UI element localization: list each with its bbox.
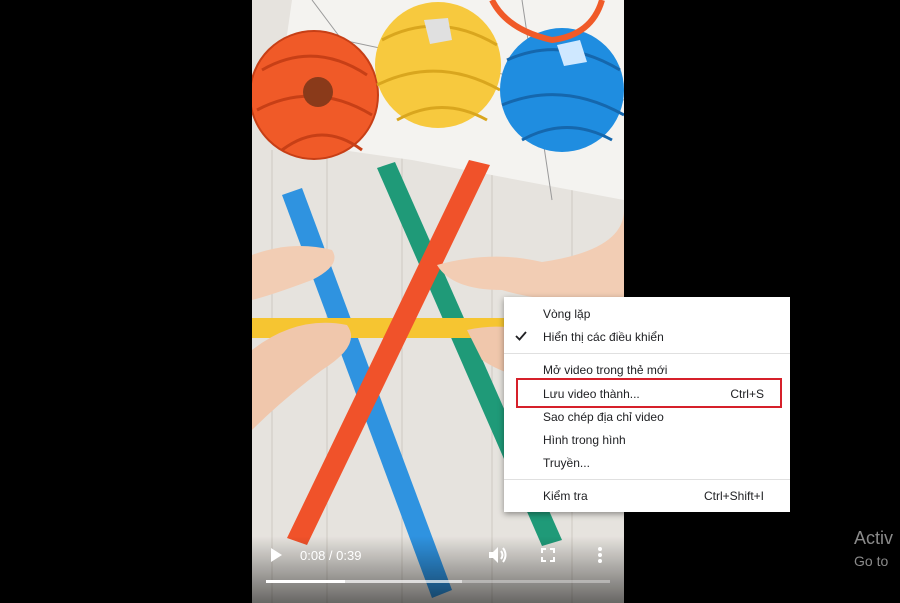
menu-item-label: Hiển thị các điều khiển xyxy=(543,330,664,344)
menu-item-loop[interactable]: Vòng lặp xyxy=(504,303,790,326)
menu-item-label: Hình trong hình xyxy=(543,433,626,447)
menu-item-label: Kiểm tra xyxy=(543,489,588,503)
menu-item-shortcut: Ctrl+Shift+I xyxy=(703,489,764,503)
play-icon xyxy=(271,548,282,562)
activation-watermark-subtitle: Go to xyxy=(854,553,889,569)
time-display: 0:08 / 0:39 xyxy=(300,548,362,563)
menu-separator xyxy=(504,479,790,480)
more-vert-icon xyxy=(598,547,602,563)
play-button[interactable] xyxy=(268,547,284,563)
yellow-paper-ball xyxy=(375,2,501,128)
menu-item-label: Sao chép địa chỉ video xyxy=(543,410,664,424)
highlight-box xyxy=(516,378,782,408)
video-controls-bar xyxy=(252,536,624,603)
progress-bar[interactable] xyxy=(266,580,610,583)
fullscreen-button[interactable] xyxy=(541,548,555,562)
volume-button[interactable] xyxy=(488,546,508,564)
more-options-button[interactable] xyxy=(598,546,602,564)
menu-item-picture-in-picture[interactable]: Hình trong hình xyxy=(504,429,790,452)
menu-item-label: Truyền... xyxy=(543,456,590,470)
played-bar xyxy=(266,580,346,583)
fullscreen-icon xyxy=(541,548,555,562)
checkmark-icon xyxy=(515,331,527,341)
menu-item-label: Mở video trong thẻ mới xyxy=(543,363,668,377)
context-menu: Vòng lặp Hiển thị các điều khiển Mở vide… xyxy=(504,297,790,512)
volume-icon xyxy=(489,547,507,563)
menu-separator xyxy=(504,353,790,354)
menu-item-show-controls[interactable]: Hiển thị các điều khiển xyxy=(504,326,790,349)
activation-watermark-title: Activ xyxy=(854,528,894,548)
menu-item-label: Vòng lặp xyxy=(543,307,591,321)
menu-item-inspect[interactable]: Kiểm tra Ctrl+Shift+I xyxy=(504,485,790,508)
menu-item-copy-video-address[interactable]: Sao chép địa chỉ video xyxy=(504,406,790,429)
orange-paper-ball xyxy=(252,30,379,160)
menu-item-cast[interactable]: Truyền... xyxy=(504,452,790,475)
blue-paper-ball xyxy=(500,28,624,152)
